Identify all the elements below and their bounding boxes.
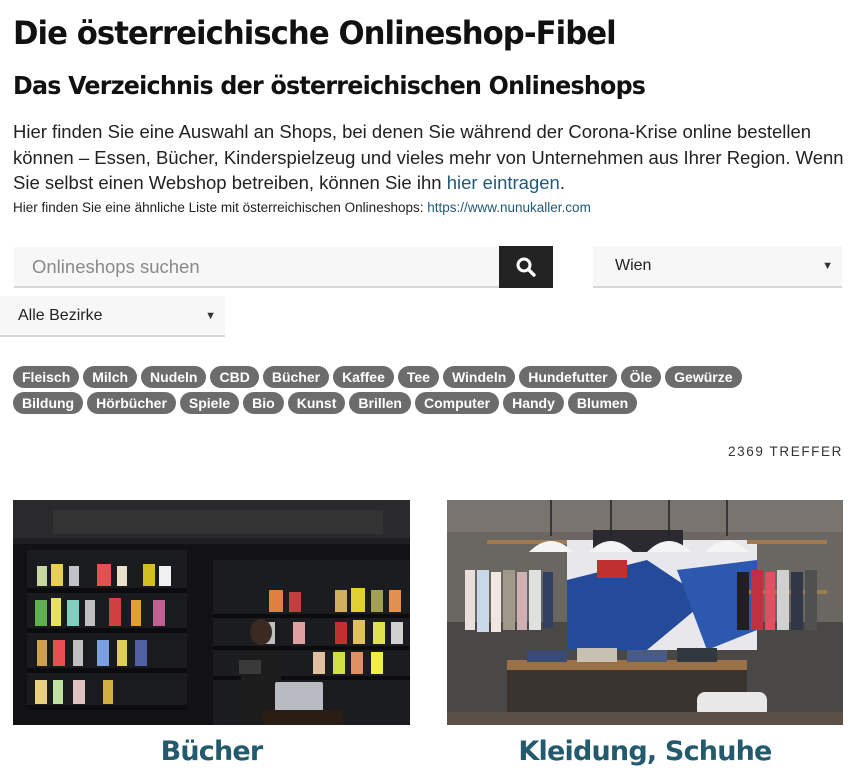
tag-tee[interactable]: Tee bbox=[397, 366, 439, 388]
tag-hoerbuecher[interactable]: Hörbücher bbox=[87, 392, 176, 414]
tag-gewuerze[interactable]: Gewürze bbox=[665, 366, 742, 388]
tag-oele[interactable]: Öle bbox=[620, 366, 662, 388]
register-shop-link[interactable]: hier eintragen bbox=[447, 172, 560, 193]
tag-bildung[interactable]: Bildung bbox=[13, 392, 84, 414]
intro-text: Hier finden Sie eine Auswahl an Shops, b… bbox=[13, 119, 853, 196]
tag-brillen[interactable]: Brillen bbox=[349, 392, 411, 414]
tag-hundefutter[interactable]: Hundefutter bbox=[519, 366, 617, 388]
tag-handy[interactable]: Handy bbox=[503, 392, 564, 414]
page-subtitle: Das Verzeichnis der österreichischen Onl… bbox=[13, 71, 646, 100]
search-input[interactable] bbox=[14, 247, 499, 288]
tag-row-1: Fleisch Milch Nudeln CBD Bücher Kaffee T… bbox=[13, 366, 813, 388]
intro-body: Hier finden Sie eine Auswahl an Shops, b… bbox=[13, 121, 844, 193]
district-select[interactable]: Alle Bezirke ▼ bbox=[0, 296, 225, 337]
search-icon bbox=[516, 257, 536, 277]
tag-computer[interactable]: Computer bbox=[414, 392, 500, 414]
tag-kaffee[interactable]: Kaffee bbox=[333, 366, 394, 388]
bookstore-image[interactable] bbox=[13, 500, 410, 725]
results-count: 2369 TREFFER bbox=[728, 444, 843, 459]
note-text: Hier finden Sie eine ähnliche Liste mit … bbox=[13, 200, 428, 215]
tag-milch[interactable]: Milch bbox=[83, 366, 138, 388]
tag-cloud: Fleisch Milch Nudeln CBD Bücher Kaffee T… bbox=[13, 366, 813, 418]
tag-buecher[interactable]: Bücher bbox=[262, 366, 330, 388]
search-button[interactable] bbox=[499, 246, 553, 288]
category-title-buecher[interactable]: Bücher bbox=[13, 736, 410, 767]
category-title-kleidung[interactable]: Kleidung, Schuhe bbox=[447, 736, 843, 767]
dropdown-arrow-icon: ▼ bbox=[205, 309, 216, 322]
tag-fleisch[interactable]: Fleisch bbox=[13, 366, 80, 388]
region-select[interactable]: Wien ▼ bbox=[593, 246, 842, 288]
tag-cbd[interactable]: CBD bbox=[210, 366, 259, 388]
intro-suffix: . bbox=[559, 172, 565, 193]
district-select-value: Alle Bezirke bbox=[18, 306, 103, 324]
tag-bio[interactable]: Bio bbox=[243, 392, 284, 414]
page-title: Die österreichische Onlineshop-Fibel bbox=[13, 14, 617, 52]
tag-kunst[interactable]: Kunst bbox=[287, 392, 346, 414]
dropdown-arrow-icon: ▼ bbox=[822, 260, 833, 272]
nunukaller-link[interactable]: https://www.nunukaller.com bbox=[427, 200, 591, 215]
related-list-note: Hier finden Sie eine ähnliche Liste mit … bbox=[13, 200, 591, 215]
category-card-buecher[interactable]: Bücher bbox=[13, 500, 410, 767]
clothing-store-image[interactable] bbox=[447, 500, 843, 725]
tag-blumen[interactable]: Blumen bbox=[567, 392, 638, 414]
tag-spiele[interactable]: Spiele bbox=[179, 392, 240, 414]
tag-windeln[interactable]: Windeln bbox=[442, 366, 516, 388]
tag-nudeln[interactable]: Nudeln bbox=[141, 366, 207, 388]
category-card-kleidung[interactable]: Kleidung, Schuhe bbox=[447, 500, 843, 767]
tag-row-2: Bildung Hörbücher Spiele Bio Kunst Brill… bbox=[13, 392, 813, 414]
region-select-value: Wien bbox=[615, 257, 652, 274]
